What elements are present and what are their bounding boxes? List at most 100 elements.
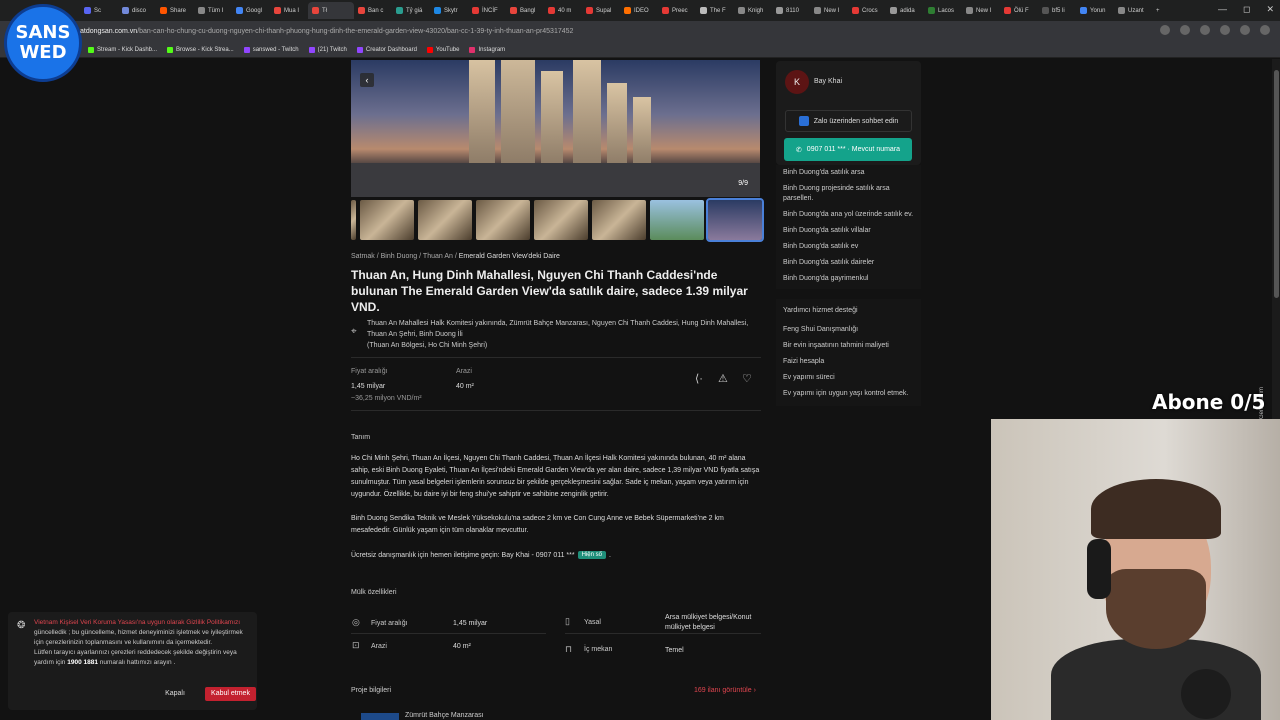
url-field[interactable]: atdongsan.com.vn/ban-can-ho-chung-cu-duo…: [80, 25, 1080, 38]
bookmark-star-icon[interactable]: [1180, 25, 1190, 35]
tab-label: Bangl: [520, 7, 536, 14]
listing-hero-image[interactable]: ‹ 9/9: [351, 60, 760, 197]
feature-area-label: Arazi: [371, 643, 387, 650]
browser-tab[interactable]: 40 m: [544, 2, 582, 19]
download-icon[interactable]: [1220, 25, 1230, 35]
phone-number-button[interactable]: ✆ 0907 011 *** · Mevcut numara: [784, 138, 912, 161]
bookmark-item[interactable]: Stream - Kick Dashb...: [88, 46, 157, 53]
browser-tab[interactable]: Tỷ giá: [392, 2, 430, 19]
bookmark-item[interactable]: (21) Twitch: [308, 46, 347, 53]
browser-tab[interactable]: Preec: [658, 2, 696, 19]
breadcrumb-item[interactable]: Satmak: [351, 253, 375, 260]
gallery-thumbnail[interactable]: [650, 200, 704, 240]
browser-tab[interactable]: The F: [696, 2, 734, 19]
extension-icon[interactable]: [1200, 25, 1210, 35]
bookmark-label: Browse - Kick Strea...: [176, 46, 234, 53]
project-listings-link[interactable]: 169 ilanı görüntüle ›: [694, 687, 756, 694]
browser-tab[interactable]: bf5 li: [1038, 2, 1076, 19]
report-warning-icon[interactable]: ⚠: [718, 374, 728, 385]
bookmark-item[interactable]: Browse - Kick Strea...: [167, 46, 234, 53]
bookmark-item[interactable]: sanswed - Twitch: [243, 46, 299, 53]
browser-tab[interactable]: Knigh: [734, 2, 772, 19]
divider: [351, 633, 546, 634]
browser-tab[interactable]: Lacos: [924, 2, 962, 19]
browser-tab[interactable]: IDEO: [620, 2, 658, 19]
service-link[interactable]: Ev yapımı için uygun yaşı kontrol etmek.: [783, 389, 918, 399]
browser-tab[interactable]: Bangl: [506, 2, 544, 19]
browser-tab[interactable]: Tüm I: [194, 2, 232, 19]
gallery-thumbnail-active[interactable]: [706, 198, 764, 242]
agent-name[interactable]: Bay Khai: [814, 78, 842, 85]
show-number-badge[interactable]: Hiện số: [577, 551, 606, 559]
service-link[interactable]: Feng Shui Danışmanlığı: [783, 325, 918, 335]
bookmark-item[interactable]: Creator Dashboard: [356, 46, 417, 53]
gallery-thumbnail[interactable]: [418, 200, 472, 240]
minimize-icon[interactable]: —: [1218, 4, 1227, 15]
bookmark-item[interactable]: YouTube: [426, 46, 459, 53]
related-link[interactable]: Binh Duong'da ana yol üzerinde satılık e…: [783, 210, 918, 220]
related-link[interactable]: Binh Duong projesinde satılık arsa parse…: [783, 184, 918, 204]
browser-tab[interactable]: Crocs: [848, 2, 886, 19]
close-icon[interactable]: ✕: [1266, 4, 1274, 15]
browser-tab[interactable]: New I: [810, 2, 848, 19]
favorite-heart-icon[interactable]: ♡: [742, 374, 752, 385]
breadcrumb-current[interactable]: Emerald Garden View'deki Daire: [459, 253, 560, 260]
bookmark-favicon-icon: [243, 46, 250, 53]
tab-favicon-icon: [358, 7, 365, 14]
sofa-icon: ⊓: [565, 644, 573, 654]
related-link[interactable]: Binh Duong'da satılık ev: [783, 242, 918, 252]
browser-tab[interactable]: adida: [886, 2, 924, 19]
service-link[interactable]: Bir evin inşaatının tahmini maliyeti: [783, 341, 918, 351]
price-value: 1,45 milyar: [351, 383, 386, 390]
gallery-prev-button[interactable]: ‹: [360, 73, 374, 87]
breadcrumb-item[interactable]: Binh Duong: [381, 253, 418, 260]
gallery-thumbnail[interactable]: [592, 200, 646, 240]
browser-tab[interactable]: Yorun: [1076, 2, 1114, 19]
gallery-thumbnail[interactable]: [351, 200, 356, 240]
gallery-thumbnail[interactable]: [476, 200, 530, 240]
zalo-chat-button[interactable]: Zalo üzerinden sohbet edin: [785, 110, 912, 132]
browser-tab[interactable]: Googl: [232, 2, 270, 19]
cookie-close-button[interactable]: Kapalı: [156, 687, 194, 701]
browser-tab[interactable]: Ban c: [354, 2, 392, 19]
browser-tab[interactable]: Ölü F: [1000, 2, 1038, 19]
browser-tab[interactable]: Sc: [80, 2, 118, 19]
browser-tab[interactable]: Uzant: [1114, 2, 1152, 19]
tab-favicon-icon: [928, 7, 935, 14]
cookie-accept-button[interactable]: Kabul etmek: [205, 687, 256, 701]
browser-tab[interactable]: Share: [156, 2, 194, 19]
browser-tab[interactable]: disco: [118, 2, 156, 19]
project-card[interactable]: Zümrüt Bahçe Manzarası: [351, 710, 761, 720]
breadcrumb-item[interactable]: Thuan An: [423, 253, 453, 260]
bookmark-item[interactable]: Instagram: [469, 46, 506, 53]
browser-tab[interactable]: Skytr: [430, 2, 468, 19]
related-link[interactable]: Binh Duong'da satılık arsa: [783, 168, 918, 178]
service-link[interactable]: Ev yapımı süreci: [783, 373, 918, 383]
browser-tab[interactable]: Supal: [582, 2, 620, 19]
related-link[interactable]: Binh Duong'da gayrimenkul: [783, 274, 918, 284]
browser-tab[interactable]: Mua I: [270, 2, 308, 19]
browser-tab[interactable]: İNCİF: [468, 2, 506, 19]
breadcrumb-separator: /: [419, 253, 422, 260]
webcam-person-hair: [1091, 479, 1221, 539]
translate-icon[interactable]: [1160, 25, 1170, 35]
bookmark-label: Instagram: [478, 46, 506, 53]
browser-tab[interactable]: Tł: [308, 2, 354, 19]
menu-icon[interactable]: [1260, 25, 1270, 35]
new-tab-button[interactable]: +: [1152, 2, 1168, 19]
gallery-thumbnail[interactable]: [360, 200, 414, 240]
breadcrumb-separator: /: [454, 253, 457, 260]
share-icon[interactable]: ⟨·: [695, 374, 703, 385]
gallery-thumbnail[interactable]: [534, 200, 588, 240]
related-link[interactable]: Binh Duong'da satılık villalar: [783, 226, 918, 236]
profile-icon[interactable]: [1240, 25, 1250, 35]
browser-tab[interactable]: 8110: [772, 2, 810, 19]
scrollbar-thumb[interactable]: [1274, 70, 1279, 298]
privacy-policy-link[interactable]: Vietnam Kişisel Veri Koruma Yasası'na uy…: [34, 619, 240, 626]
browser-tab[interactable]: New I: [962, 2, 1000, 19]
maximize-icon[interactable]: ◻: [1243, 4, 1250, 15]
service-link[interactable]: Faizi hesapla: [783, 357, 918, 367]
page-title: Thuan An, Hung Dinh Mahallesi, Nguyen Ch…: [351, 268, 748, 314]
bookmark-favicon-icon: [167, 46, 174, 53]
related-link[interactable]: Binh Duong'da satılık daireler: [783, 258, 918, 268]
